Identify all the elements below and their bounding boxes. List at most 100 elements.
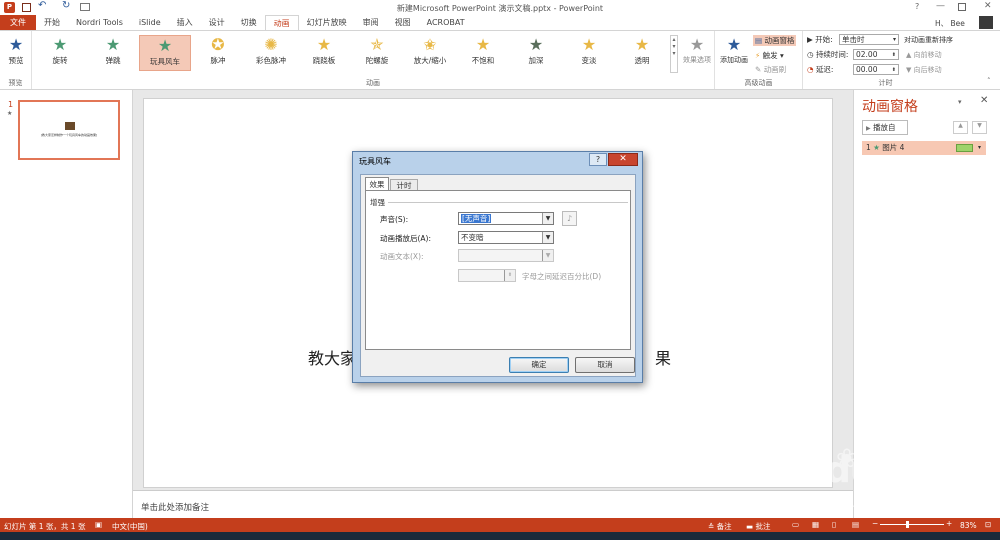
comments-toggle[interactable]: ▬ 批注 — [746, 521, 770, 532]
letter-delay-input[interactable]: ⬍ — [458, 269, 516, 282]
item-star-icon: ★ — [873, 143, 880, 152]
tab-nordri[interactable]: Nordri Tools — [68, 15, 131, 30]
tab-islide[interactable]: iSlide — [131, 15, 169, 30]
help-icon[interactable]: ? — [915, 2, 919, 11]
slide-text-right[interactable]: 果 — [655, 345, 671, 369]
effect-options-button[interactable]: ★ 效果选项 — [680, 35, 714, 71]
anim-pane-button[interactable]: ▤ 动画窗格 — [753, 35, 797, 46]
anim-transparency[interactable]: ★ 透明 — [616, 35, 668, 71]
sorter-view-icon[interactable]: ▦ — [812, 520, 819, 529]
letter-delay-label: 字母之间延迟百分比(D) — [522, 272, 602, 281]
tab-file[interactable]: 文件 — [0, 15, 36, 30]
start-select[interactable]: 单击时 ▾ — [839, 34, 899, 45]
duration-icon: ◷ — [807, 50, 814, 59]
user-name[interactable]: H、 Bee — [935, 18, 965, 29]
delay-icon: ◔ — [807, 65, 814, 74]
baidu-watermark: ❀ Bai du 经验 jingyan.baidu.com — [750, 444, 980, 520]
tab-effect[interactable]: 效果 — [365, 177, 389, 191]
sound-select[interactable]: [无声音] ▼ — [458, 212, 554, 225]
add-animation-button[interactable]: ★ 添加动画 — [717, 35, 751, 71]
zoom-thumb[interactable] — [906, 521, 909, 528]
reorder-label: 对动画重新排序 — [904, 36, 953, 44]
preview-star-icon: ★ — [8, 35, 24, 54]
trigger-button[interactable]: ⚡ 触发 ▾ — [755, 50, 784, 61]
reading-view-icon[interactable]: ▯ — [832, 520, 836, 529]
sound-label: 声音(S): — [380, 215, 409, 224]
tab-slideshow[interactable]: 幻灯片放映 — [299, 15, 355, 30]
anim-pulse[interactable]: ✪ 脉冲 — [192, 35, 244, 71]
move-down-icon[interactable]: ▼ — [972, 121, 987, 134]
anim-desaturate[interactable]: ★ 不饱和 — [457, 35, 509, 71]
cancel-button[interactable]: 取消 — [575, 357, 635, 373]
tab-acrobat[interactable]: ACROBAT — [419, 15, 473, 30]
spellcheck-icon[interactable]: ▣ — [95, 520, 102, 529]
preview-group-label: 预览 — [8, 79, 23, 87]
zoom-slider[interactable] — [880, 521, 944, 528]
slide-text-left[interactable]: 教大家 — [308, 345, 356, 369]
anim-spin[interactable]: ★ 旋转 — [34, 35, 86, 71]
language[interactable]: 中文(中国) — [112, 521, 148, 532]
anim-grow[interactable]: ✬ 放大/缩小 — [404, 35, 456, 71]
star-pinwheel-icon: ★ — [157, 36, 173, 55]
section-header: 增强 — [370, 198, 385, 207]
dialog-help-button[interactable]: ? — [589, 153, 607, 166]
advanced-anim-group: ★ 添加动画 ▤ 动画窗格 ⚡ 触发 ▾ ✎ 动画刷 高级动画 — [715, 31, 803, 89]
collapse-ribbon-icon[interactable]: ˄ — [987, 77, 991, 85]
effect-options-icon: ★ — [689, 35, 705, 54]
tab-home[interactable]: 开始 — [36, 15, 68, 30]
anim-teeter[interactable]: ★ 跷跷板 — [298, 35, 350, 71]
zoom-out-icon[interactable]: − — [872, 519, 878, 528]
delay-input[interactable]: 00.00 ⬍ — [853, 64, 899, 75]
anim-color-pulse[interactable]: ✺ 彩色脉冲 — [245, 35, 297, 71]
dialog-close-button[interactable]: ✕ — [608, 153, 638, 166]
anim-brush-button[interactable]: ✎ 动画刷 — [755, 64, 786, 75]
anim-pinwheel[interactable]: ★ 玩具风车 — [139, 35, 191, 71]
thumb-text: [教大家怎样制作一个玩具风车的动画效果] — [40, 133, 98, 137]
tab-insert[interactable]: 插入 — [169, 15, 201, 30]
ok-button[interactable]: 确定 — [509, 357, 569, 373]
anim-lighten[interactable]: ★ 变淡 — [563, 35, 615, 71]
item-dropdown-icon[interactable]: ▾ — [978, 141, 981, 155]
move-earlier-button[interactable]: ▲ 向前移动 — [906, 50, 942, 60]
zoom-level[interactable]: 83% — [960, 521, 977, 530]
pane-options-icon[interactable]: ▾ — [958, 98, 962, 106]
star-grow-icon: ✬ — [423, 35, 437, 54]
after-dropdown-icon: ▼ — [542, 232, 553, 243]
minimize-icon[interactable]: — — [936, 1, 945, 11]
gallery-scroll[interactable]: ▴ ▾ ▾ — [670, 35, 678, 73]
move-later-button[interactable]: ▼ 向后移动 — [906, 65, 942, 75]
notes-pane[interactable]: 单击此处添加备注 — [133, 490, 853, 518]
sound-dropdown-icon: ▼ — [542, 213, 553, 224]
anim-list-item[interactable]: 1 ★ 图片 4 ▾ — [862, 141, 986, 155]
tab-animations[interactable]: 动画 — [264, 15, 299, 30]
sound-volume-icon[interactable]: ♪ — [562, 211, 577, 226]
play-from-button[interactable]: ▶ 播放自 — [862, 120, 908, 135]
star-spin-top-icon: ✯ — [370, 35, 384, 54]
anim-darken[interactable]: ★ 加深 — [510, 35, 562, 71]
tab-design[interactable]: 设计 — [201, 15, 233, 30]
add-animation-icon: ★ — [726, 35, 742, 54]
trigger-icon: ⚡ — [755, 51, 761, 60]
preview-button[interactable]: ★ 预览 — [2, 35, 30, 71]
tab-review[interactable]: 审阅 — [355, 15, 387, 30]
normal-view-icon[interactable]: ▭ — [792, 520, 799, 529]
close-icon[interactable]: ✕ — [984, 1, 992, 11]
duration-input[interactable]: 02.00 ⬍ — [853, 49, 899, 60]
after-anim-select[interactable]: 不变暗 ▼ — [458, 231, 554, 244]
slide-thumbnail[interactable]: [教大家怎样制作一个玩具风车的动画效果] — [18, 100, 120, 160]
zoom-in-icon[interactable]: + — [946, 519, 952, 528]
move-up-icon[interactable]: ▲ — [953, 121, 968, 134]
slideshow-view-icon[interactable]: ▤ — [852, 520, 859, 529]
pane-close-icon[interactable]: ✕ — [980, 95, 988, 106]
restore-icon[interactable] — [958, 3, 966, 11]
fit-window-icon[interactable]: ⊡ — [985, 520, 991, 529]
tab-view[interactable]: 视图 — [387, 15, 419, 30]
anim-bounce[interactable]: ★ 弹跳 — [87, 35, 139, 71]
title-bar: P ↶ ↻ 新建Microsoft PowerPoint 演示文稿.pptx -… — [0, 0, 1000, 15]
anim-spin-top[interactable]: ✯ 陀螺旋 — [351, 35, 403, 71]
delay-row: ◔ 延迟: — [807, 65, 834, 74]
anim-text-select[interactable]: ▼ — [458, 249, 554, 262]
notes-toggle[interactable]: ≙ 备注 — [708, 521, 732, 532]
avatar[interactable] — [979, 16, 993, 29]
tab-transitions[interactable]: 切换 — [233, 15, 265, 30]
